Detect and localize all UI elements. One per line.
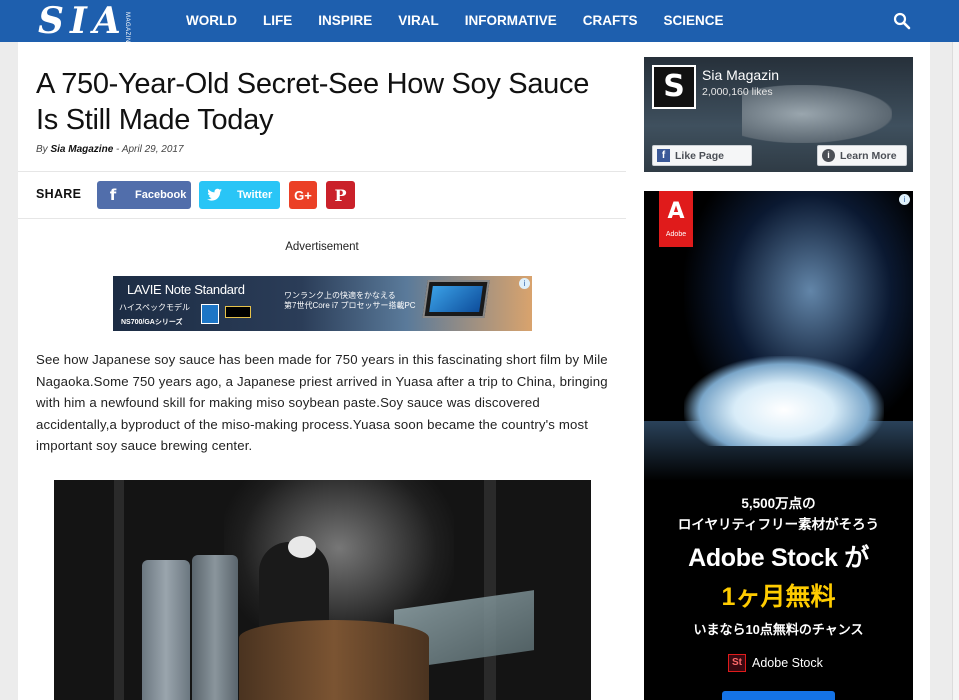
share-facebook-label: Facebook: [135, 189, 187, 201]
ad-cta-button[interactable]: [722, 691, 835, 700]
facebook-icon: f: [109, 186, 117, 204]
background-beam: [114, 480, 124, 700]
like-page-label: Like Page: [675, 149, 725, 162]
ad-line1: 5,500万点の: [741, 496, 816, 511]
barrel: [192, 555, 238, 700]
googleplus-icon: G+: [294, 187, 312, 203]
like-page-button[interactable]: f Like Page: [652, 145, 752, 166]
share-pinterest-button[interactable]: P: [326, 181, 355, 209]
publish-date: April 29, 2017: [121, 144, 184, 155]
page-name[interactable]: Sia Magazin: [702, 67, 779, 83]
ad-line3: いまなら10点無料のチャンス: [693, 622, 864, 637]
sidebar: S Sia Magazin 2,000,160 likes f Like Pag…: [626, 42, 930, 700]
background-beam: [484, 480, 496, 700]
adobe-stock-icon: St: [728, 654, 746, 672]
adobe-logo: A Adobe: [659, 191, 693, 247]
twitter-icon: [199, 181, 231, 209]
ad-info-icon[interactable]: i: [899, 194, 910, 205]
lotus-flower-image: [684, 356, 884, 446]
adobe-stock-label: Adobe Stock: [752, 656, 823, 670]
share-facebook-button[interactable]: f Facebook: [97, 181, 191, 209]
banner-copy: ワンランク上の快適をかなえる 第7世代Core i7 プロセッサー搭載PC: [284, 291, 416, 311]
logo-text: SIA: [38, 0, 127, 42]
nav-item-life[interactable]: LIFE: [250, 0, 305, 42]
laptop-image: [422, 280, 490, 318]
ad-info-icon[interactable]: i: [519, 278, 530, 289]
wooden-tub: [239, 620, 429, 700]
ad-line2: ロイヤリティフリー素材がそろう: [677, 517, 880, 532]
search-icon[interactable]: [893, 12, 911, 30]
window-scrollbar[interactable]: [952, 42, 959, 700]
fullhd-badge-icon: [225, 306, 251, 318]
adobe-logo-text: Adobe: [665, 231, 687, 238]
banner-copy2: 第7世代Core i7 プロセッサー搭載PC: [284, 301, 416, 310]
adobe-stock-ad[interactable]: A Adobe i 5,500万点の ロイヤリティフリー素材がそろう Adobe…: [644, 191, 913, 700]
nav-item-world[interactable]: WORLD: [173, 0, 250, 42]
banner-copy1: ワンランク上の快適をかなえる: [284, 291, 396, 300]
ad-offer: 1ヶ月無料: [721, 583, 836, 611]
nav-item-science[interactable]: SCIENCE: [651, 0, 737, 42]
info-icon: i: [822, 149, 835, 162]
main-nav: WORLD LIFE INSPIRE VIRAL INFORMATIVE CRA…: [173, 0, 737, 42]
author-link[interactable]: Sia Magazine: [50, 144, 113, 155]
banner-line1: ハイスペックモデル: [119, 303, 191, 312]
site-logo[interactable]: SIA MAGAZINE: [38, 0, 142, 47]
share-twitter-button[interactable]: Twitter: [199, 181, 280, 209]
article-body: See how Japanese soy sauce has been made…: [36, 352, 608, 453]
divider: [18, 218, 626, 219]
adobe-logo-glyph: A: [667, 199, 685, 224]
ad-headline: Adobe Stock が: [688, 544, 869, 572]
page-logo[interactable]: S: [652, 65, 696, 109]
barrel: [142, 560, 190, 700]
nav-item-crafts[interactable]: CRAFTS: [570, 0, 651, 42]
adobe-stock-product: St Adobe Stock: [728, 654, 823, 672]
article-video[interactable]: [54, 480, 591, 700]
learn-more-button[interactable]: i Learn More: [817, 145, 907, 166]
worker-headscarf: [288, 536, 316, 558]
top-navbar: SIA MAGAZINE WORLD LIFE INSPIRE VIRAL IN…: [0, 0, 959, 47]
share-googleplus-button[interactable]: G+: [289, 181, 317, 209]
pinterest-icon: P: [334, 185, 347, 205]
page-likes: 2,000,160 likes: [702, 86, 773, 98]
banner-model: NS700/GAシリーズ: [121, 319, 183, 326]
nav-item-viral[interactable]: VIRAL: [385, 0, 452, 42]
nav-item-informative[interactable]: INFORMATIVE: [452, 0, 570, 42]
byline-prefix: By: [36, 144, 48, 155]
advertisement-label: Advertisement: [285, 241, 359, 253]
article-title: A 750-Year-Old Secret-See How Soy Sauce …: [36, 68, 590, 136]
article-column: A 750-Year-Old Secret-See How Soy Sauce …: [18, 42, 626, 700]
facebook-page-widget[interactable]: S Sia Magazin 2,000,160 likes f Like Pag…: [644, 57, 913, 172]
nav-item-inspire[interactable]: INSPIRE: [305, 0, 385, 42]
share-twitter-label: Twitter: [237, 189, 273, 201]
divider: [18, 171, 626, 172]
learn-more-label: Learn More: [840, 149, 897, 162]
banner-brand: LAVIE Note Standard: [127, 282, 245, 297]
facebook-icon: f: [657, 149, 670, 162]
share-label: SHARE: [36, 187, 82, 201]
banner-ad[interactable]: LAVIE Note Standard ハイスペックモデル NS700/GAシリ…: [113, 276, 532, 331]
intel-badge-icon: [201, 304, 219, 324]
byline: By Sia Magazine - April 29, 2017: [36, 144, 184, 155]
byline-separator: -: [116, 144, 120, 155]
